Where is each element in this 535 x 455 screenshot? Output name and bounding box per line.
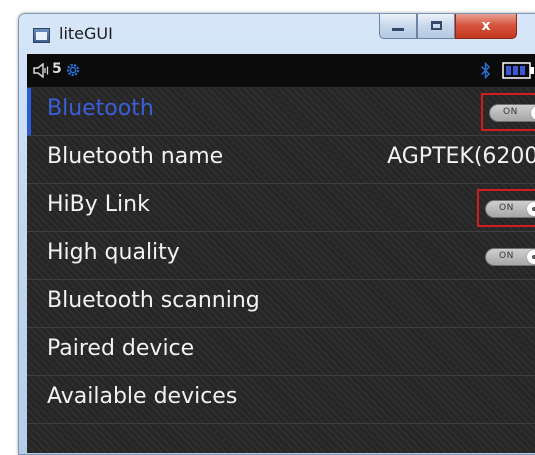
minimize-icon: [392, 28, 404, 31]
high-quality-toggle[interactable]: ON: [485, 248, 535, 266]
menu-item-high-quality[interactable]: High quality ON: [27, 232, 535, 280]
gear-icon: [66, 63, 80, 77]
device-screen: 5 Bluetooth ON Bluetooth name AGPTEK(620…: [27, 54, 535, 453]
menu-item-available-devices[interactable]: Available devices: [27, 376, 535, 424]
menu-item-label: High quality: [47, 240, 180, 265]
title-bar[interactable]: liteGUI x: [19, 14, 535, 54]
red-highlight-box: [481, 93, 535, 131]
toggle-state-label: ON: [499, 251, 514, 261]
menu-item-bluetooth-scanning[interactable]: Bluetooth scanning: [27, 280, 535, 328]
menu-item-label: Bluetooth scanning: [47, 288, 260, 313]
toggle-knob: [527, 250, 535, 264]
status-bar: 5: [27, 54, 535, 88]
menu-item-paired-device[interactable]: Paired device: [27, 328, 535, 376]
menu-item-label: HiBy Link: [47, 192, 150, 217]
menu-item-hiby-link[interactable]: HiBy Link ON: [27, 184, 535, 232]
red-highlight-box: [477, 189, 535, 227]
menu-item-bluetooth[interactable]: Bluetooth ON: [27, 88, 535, 136]
window-title: liteGUI: [59, 24, 113, 43]
maximize-button[interactable]: [417, 14, 455, 39]
close-button[interactable]: x: [455, 14, 517, 39]
bluetooth-icon: [480, 62, 491, 79]
maximize-icon: [430, 21, 442, 30]
bluetooth-name-value: AGPTEK(6200): [387, 144, 535, 169]
app-window: liteGUI x 5 Bluetooth ON Bluetooth name …: [18, 13, 535, 455]
menu-item-label: Paired device: [47, 336, 195, 361]
app-window-icon: [33, 28, 50, 43]
minimize-button[interactable]: [379, 14, 417, 39]
volume-level: 5: [52, 61, 62, 77]
close-icon: x: [481, 17, 491, 34]
menu-item-label: Available devices: [47, 384, 238, 409]
battery-icon: [502, 62, 534, 79]
menu-item-bluetooth-name[interactable]: Bluetooth name AGPTEK(6200): [27, 136, 535, 184]
menu-item-label: Bluetooth: [47, 96, 154, 121]
menu-item-label: Bluetooth name: [47, 144, 224, 169]
speaker-icon: [33, 63, 49, 78]
